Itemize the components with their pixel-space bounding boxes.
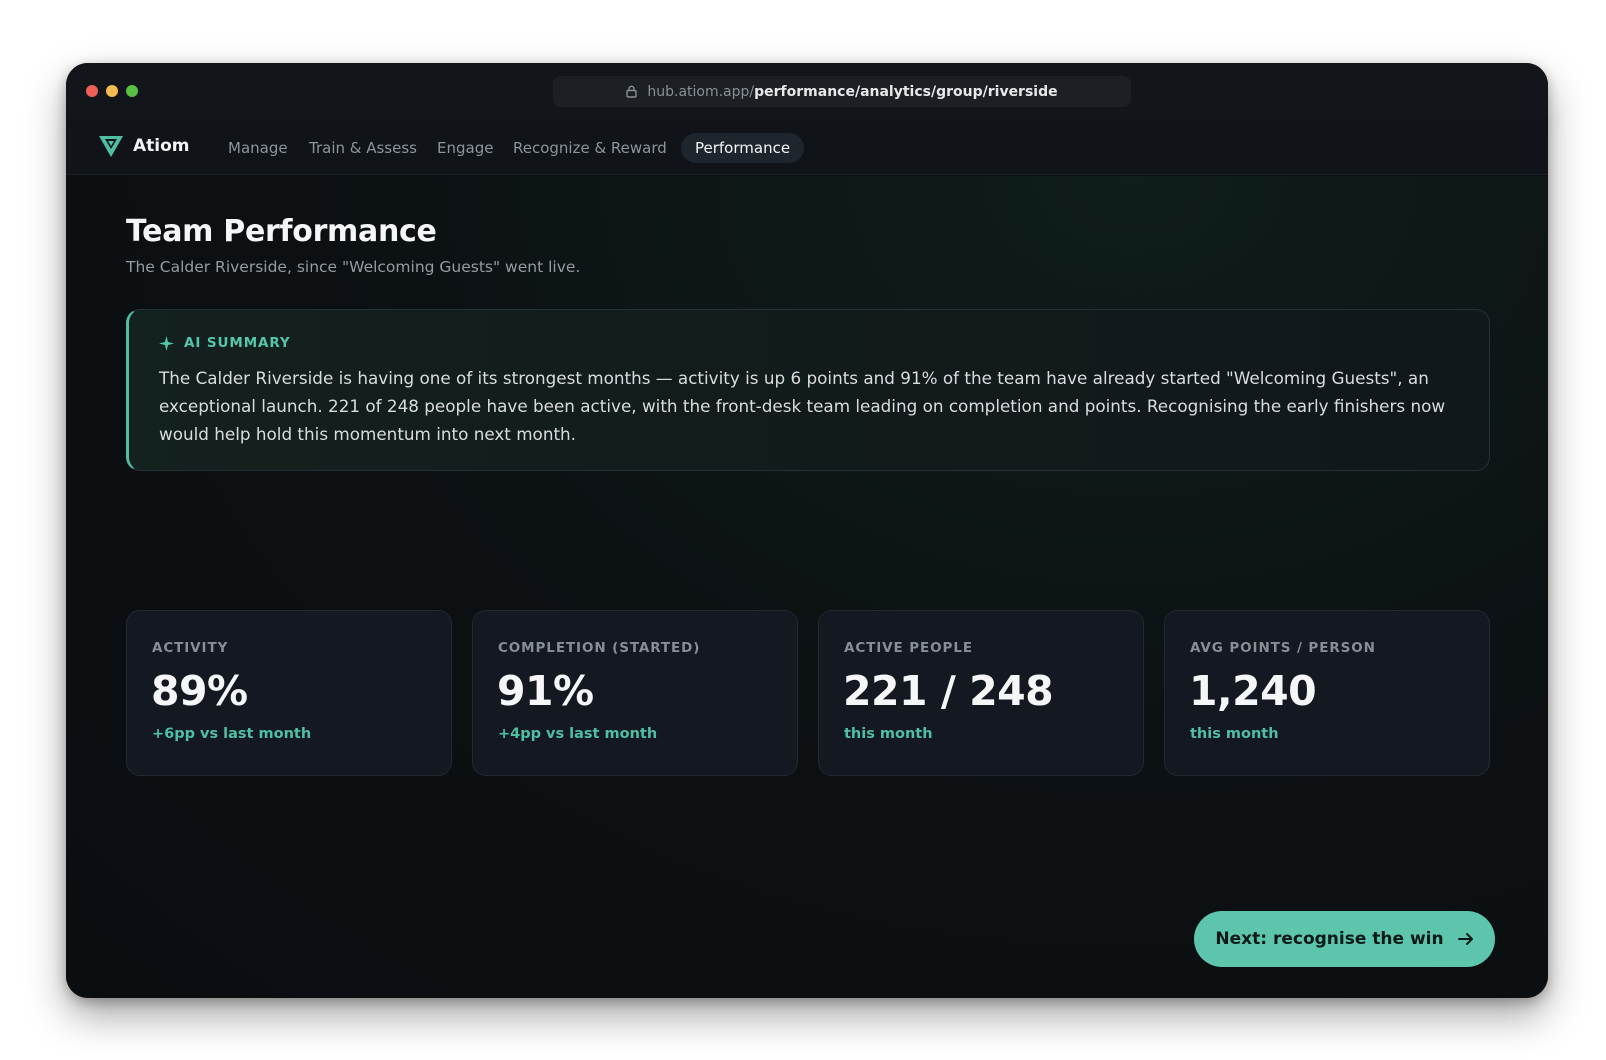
nav-item-recognize-reward[interactable]: Recognize & Reward xyxy=(513,133,667,163)
close-window-button[interactable] xyxy=(86,85,98,97)
stat-note: this month xyxy=(1190,726,1279,742)
stat-value: 1,240 xyxy=(1189,667,1317,715)
address-bar[interactable]: hub.atiom.app/ performance/analytics/gro… xyxy=(553,76,1131,107)
next-recognise-button[interactable]: Next: recognise the win xyxy=(1194,911,1495,967)
page-title: Team Performance xyxy=(126,214,437,249)
nav-item-performance[interactable]: Performance xyxy=(681,133,805,163)
stat-card-completion: COMPLETION (STARTED) 91% +4pp vs last mo… xyxy=(472,610,798,776)
ai-summary-panel: AI SUMMARY The Calder Riverside is havin… xyxy=(126,309,1490,471)
stat-card-active-people: ACTIVE PEOPLE 221 / 248 this month xyxy=(818,610,1144,776)
minimize-window-button[interactable] xyxy=(106,85,118,97)
stat-note: +4pp vs last month xyxy=(498,726,658,742)
stat-label: AVG POINTS / PERSON xyxy=(1190,640,1376,656)
brand-name: Atiom xyxy=(133,136,190,156)
stat-label: ACTIVE PEOPLE xyxy=(844,640,973,656)
nav-item-manage[interactable]: Manage xyxy=(228,133,288,163)
stat-value: 89% xyxy=(151,667,248,715)
nav-item-train-assess[interactable]: Train & Assess xyxy=(309,133,417,163)
nav-item-engage[interactable]: Engage xyxy=(437,133,493,163)
stat-value: 221 / 248 xyxy=(843,667,1054,715)
atiom-logo-icon xyxy=(99,136,123,157)
ai-summary-text: The Calder Riverside is having one of it… xyxy=(159,368,1446,444)
page-subtitle: The Calder Riverside, since "Welcoming G… xyxy=(126,258,581,276)
ai-summary-header: AI SUMMARY xyxy=(159,335,291,351)
stat-value: 91% xyxy=(497,667,594,715)
stat-label: ACTIVITY xyxy=(152,640,229,656)
sparkle-icon xyxy=(159,335,174,351)
maximize-window-button[interactable] xyxy=(126,85,138,97)
browser-titlebar: hub.atiom.app/ performance/analytics/gro… xyxy=(66,63,1548,119)
next-button-label: Next: recognise the win xyxy=(1215,929,1444,949)
ai-summary-label: AI SUMMARY xyxy=(184,335,291,351)
lock-icon xyxy=(626,85,638,98)
stat-card-avg-points: AVG POINTS / PERSON 1,240 this month xyxy=(1164,610,1490,776)
top-nav: Atiom Manage Train & Assess Engage Recog… xyxy=(66,119,1548,175)
stat-card-activity: ACTIVITY 89% +6pp vs last month xyxy=(126,610,452,776)
arrow-right-icon xyxy=(1457,932,1474,946)
stat-note: +6pp vs last month xyxy=(152,726,312,742)
main-content: Team Performance The Calder Riverside, s… xyxy=(66,176,1548,998)
brand[interactable]: Atiom xyxy=(98,134,190,158)
browser-window: hub.atiom.app/ performance/analytics/gro… xyxy=(66,63,1548,998)
stat-label: COMPLETION (STARTED) xyxy=(498,640,701,656)
stat-note: this month xyxy=(844,726,933,742)
url-path: performance/analytics/group/riverside xyxy=(754,83,1058,100)
url-host: hub.atiom.app/ xyxy=(647,83,755,100)
